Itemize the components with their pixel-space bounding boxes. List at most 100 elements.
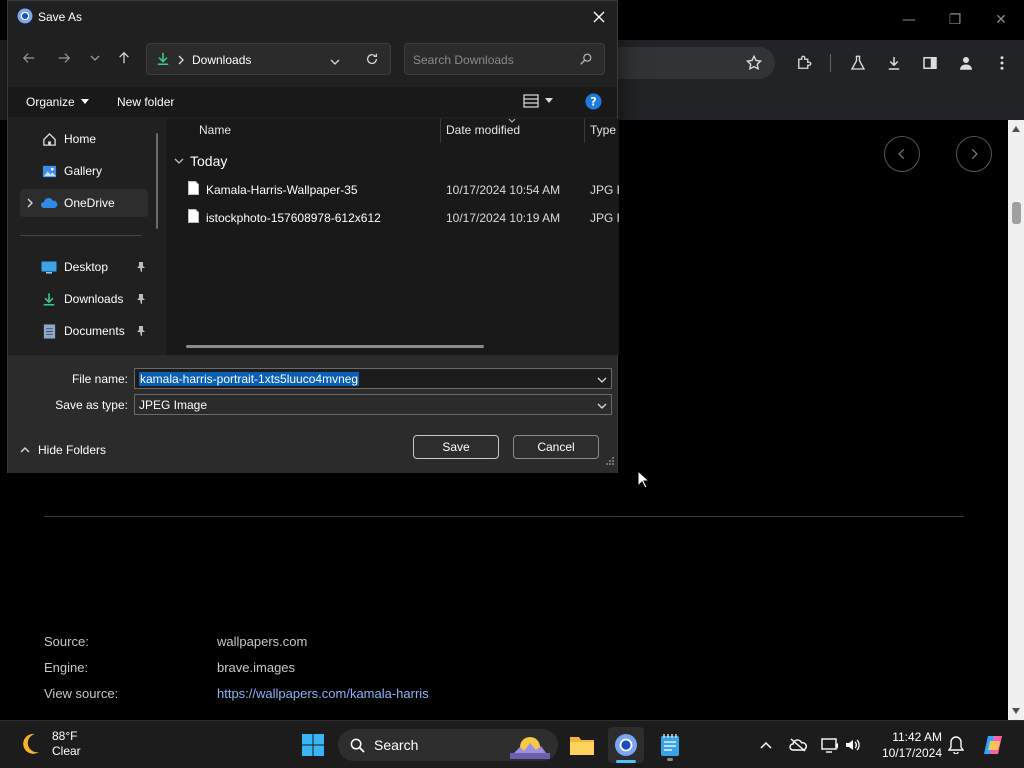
address-location[interactable]: Downloads (192, 53, 251, 67)
pin-icon (136, 325, 146, 339)
address-bar[interactable]: Downloads (146, 43, 391, 75)
weather-widget[interactable]: 88°F Clear (18, 729, 81, 759)
bookmark-star-icon[interactable] (741, 50, 767, 76)
scroll-thumb[interactable] (1012, 202, 1021, 224)
filename-dropdown-chevron-icon[interactable] (597, 372, 607, 390)
dialog-close-icon[interactable] (589, 7, 609, 27)
group-header-today[interactable]: Today (174, 153, 227, 169)
hide-folders-toggle[interactable]: Hide Folders (20, 443, 106, 457)
file-icon (188, 181, 199, 198)
downloads-icon (40, 290, 58, 308)
meta-label: View source: (44, 686, 119, 701)
new-folder-button[interactable]: New folder (117, 95, 174, 109)
search-icon[interactable] (579, 52, 593, 71)
meta-row-source: Source: wallpapers.com (44, 634, 307, 649)
search-input[interactable] (413, 51, 573, 69)
help-icon[interactable]: ? (585, 93, 602, 115)
chevron-down-icon (545, 98, 553, 103)
start-button[interactable] (295, 727, 331, 763)
nav-item-label: Documents (64, 324, 125, 338)
toolbar-separator (830, 54, 831, 72)
save-button[interactable]: Save (413, 435, 499, 459)
column-separator[interactable] (584, 119, 585, 143)
back-arrow-icon[interactable] (18, 47, 40, 69)
column-separator[interactable] (440, 119, 441, 143)
file-row[interactable]: Kamala-Harris-Wallpaper-35 10/17/2024 10… (166, 177, 619, 203)
nav-item-desktop[interactable]: Desktop (20, 253, 148, 281)
filename-field[interactable]: kamala-harris-portrait-1xts5luuco4mvneg (134, 368, 612, 389)
profile-icon[interactable] (953, 50, 979, 76)
extensions-icon[interactable] (791, 50, 817, 76)
organize-label: Organize (26, 95, 75, 109)
organize-button[interactable]: Organize (26, 95, 89, 109)
filename-label: File name: (71, 372, 128, 386)
scroll-up-icon[interactable] (1008, 122, 1024, 136)
column-header-date[interactable]: Date modified (446, 123, 520, 137)
nav-item-home[interactable]: Home (20, 125, 148, 153)
system-clock[interactable]: 11:42 AM 10/17/2024 (872, 729, 942, 761)
scroll-down-icon[interactable] (1008, 704, 1024, 718)
up-folder-arrow-icon[interactable] (113, 47, 135, 69)
clock-date: 10/17/2024 (881, 746, 942, 760)
taskbar-file-explorer[interactable] (564, 727, 600, 763)
taskbar-chrome[interactable] (608, 727, 644, 763)
filename-value[interactable]: kamala-harris-portrait-1xts5luuco4mvneg (139, 372, 360, 386)
volume-icon[interactable] (843, 735, 863, 755)
tray-overflow-chevron-icon[interactable] (756, 735, 776, 755)
taskbar-search-label: Search (374, 737, 419, 753)
onedrive-offline-icon[interactable] (788, 735, 808, 755)
forward-arrow-icon[interactable] (53, 47, 75, 69)
filetype-dropdown-chevron-icon[interactable] (597, 398, 607, 416)
filetype-value: JPEG Image (139, 398, 208, 412)
notepad-icon (661, 734, 679, 756)
weather-temp: 88°F (52, 729, 78, 743)
restore-icon[interactable]: ❐ (932, 0, 978, 40)
taskbar-notepad[interactable] (652, 727, 688, 763)
menu-kebab-icon[interactable] (989, 50, 1015, 76)
group-label: Today (190, 153, 228, 169)
nav-item-gallery[interactable]: Gallery (20, 157, 148, 185)
view-source-link[interactable]: https://wallpapers.com/kamala-harris (217, 686, 429, 701)
search-box[interactable] (404, 43, 605, 75)
meta-label: Engine: (44, 660, 89, 675)
downloads-toolbar-icon[interactable] (881, 50, 907, 76)
meta-value: brave.images (217, 660, 296, 675)
taskbar-search[interactable]: Search (338, 729, 558, 761)
side-panel-icon[interactable] (917, 50, 943, 76)
view-options-button[interactable] (523, 94, 553, 108)
nav-item-onedrive[interactable]: OneDrive (20, 189, 148, 217)
labs-flask-icon[interactable] (845, 50, 871, 76)
next-image-button[interactable] (956, 136, 992, 172)
address-dropdown-chevron-icon[interactable] (330, 54, 340, 72)
minimize-icon[interactable]: — (886, 0, 932, 40)
recent-locations-chevron-icon[interactable] (84, 47, 106, 69)
prev-image-button[interactable] (884, 136, 920, 172)
nav-item-label: OneDrive (64, 196, 115, 210)
resize-grip-icon[interactable] (606, 452, 614, 470)
close-window-icon[interactable]: ✕ (978, 0, 1024, 40)
sort-chevron-icon (508, 119, 516, 123)
page-scrollbar[interactable] (1008, 120, 1024, 720)
file-list-h-scrollbar[interactable] (186, 345, 484, 348)
nav-pane-scrollbar[interactable] (156, 133, 158, 229)
chevron-up-icon (20, 447, 30, 453)
nav-item-downloads[interactable]: Downloads (20, 285, 148, 313)
meta-row-view-source: View source: https://wallpapers.com/kama… (44, 686, 429, 701)
pin-icon (136, 293, 146, 307)
filetype-select[interactable]: JPEG Image (134, 394, 612, 415)
moon-icon (23, 733, 39, 754)
cancel-button[interactable]: Cancel (513, 435, 599, 459)
copilot-icon[interactable] (980, 732, 1006, 758)
column-header-type[interactable]: Type (590, 123, 616, 137)
network-icon[interactable] (820, 735, 840, 755)
refresh-icon[interactable] (365, 52, 379, 71)
dialog-title: Save As (38, 10, 83, 24)
command-bar: Organize New folder ? (8, 87, 617, 117)
notifications-bell-icon[interactable] (946, 735, 966, 755)
file-row[interactable]: istockphoto-157608978-612x612 10/17/2024… (166, 205, 619, 231)
meta-label: Source: (44, 634, 89, 649)
new-folder-label: New folder (117, 95, 175, 109)
nav-item-documents[interactable]: Documents (20, 317, 148, 345)
nav-item-label: Downloads (64, 292, 124, 306)
column-header-name[interactable]: Name (199, 123, 231, 137)
